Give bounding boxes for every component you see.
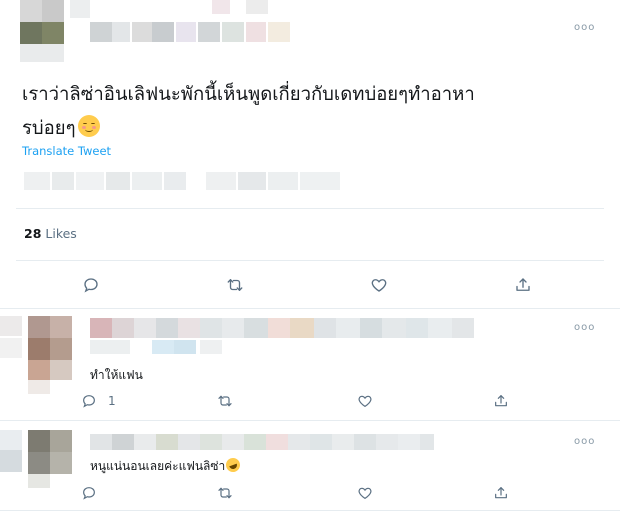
retweet-icon[interactable] xyxy=(210,390,240,412)
more-options-icon[interactable]: ooo xyxy=(574,322,595,333)
divider xyxy=(0,308,620,309)
likes-label: Likes xyxy=(45,226,77,241)
divider xyxy=(0,420,620,421)
tweet-text-line-2: รบ่อยๆ xyxy=(22,112,602,146)
like-icon[interactable] xyxy=(364,274,394,296)
share-icon[interactable] xyxy=(508,274,538,296)
more-options-icon[interactable]: ooo xyxy=(574,22,595,33)
share-icon[interactable] xyxy=(486,390,516,412)
translate-tweet-link[interactable]: Translate Tweet xyxy=(22,144,111,158)
reply-icon[interactable] xyxy=(74,390,104,412)
like-icon[interactable] xyxy=(350,482,380,504)
retweet-icon[interactable] xyxy=(220,274,250,296)
divider xyxy=(0,510,620,511)
divider xyxy=(16,208,604,209)
tweet-text: เราว่าลิซ่าอินเลิฟนะพักนี้เห็นพูดเกี่ยวก… xyxy=(22,78,602,146)
divider xyxy=(16,260,604,261)
reply-icon[interactable] xyxy=(76,274,106,296)
likes-stat[interactable]: 28 Likes xyxy=(24,226,77,241)
smiling-face-emoji-icon xyxy=(77,115,100,137)
like-icon[interactable] xyxy=(350,390,380,412)
reply-icon[interactable] xyxy=(74,482,104,504)
reply-count: 1 xyxy=(108,394,116,408)
reply-text: หนูแน่นอนเลยค่ะแฟนลิซ่า xyxy=(90,456,243,476)
likes-count: 28 xyxy=(24,226,42,241)
tweet-text-line-1: เราว่าลิซ่าอินเลิฟนะพักนี้เห็นพูดเกี่ยวก… xyxy=(22,84,475,105)
rolling-laughing-emoji-icon xyxy=(224,456,243,474)
more-options-icon[interactable]: ooo xyxy=(574,436,595,447)
share-icon[interactable] xyxy=(486,482,516,504)
tweet-text-line-2-text: รบ่อยๆ xyxy=(22,118,76,139)
reply-text: ทำให้แฟน xyxy=(90,368,143,382)
retweet-icon[interactable] xyxy=(210,482,240,504)
reply-text-content: หนูแน่นอนเลยค่ะแฟนลิซ่า xyxy=(90,459,226,473)
